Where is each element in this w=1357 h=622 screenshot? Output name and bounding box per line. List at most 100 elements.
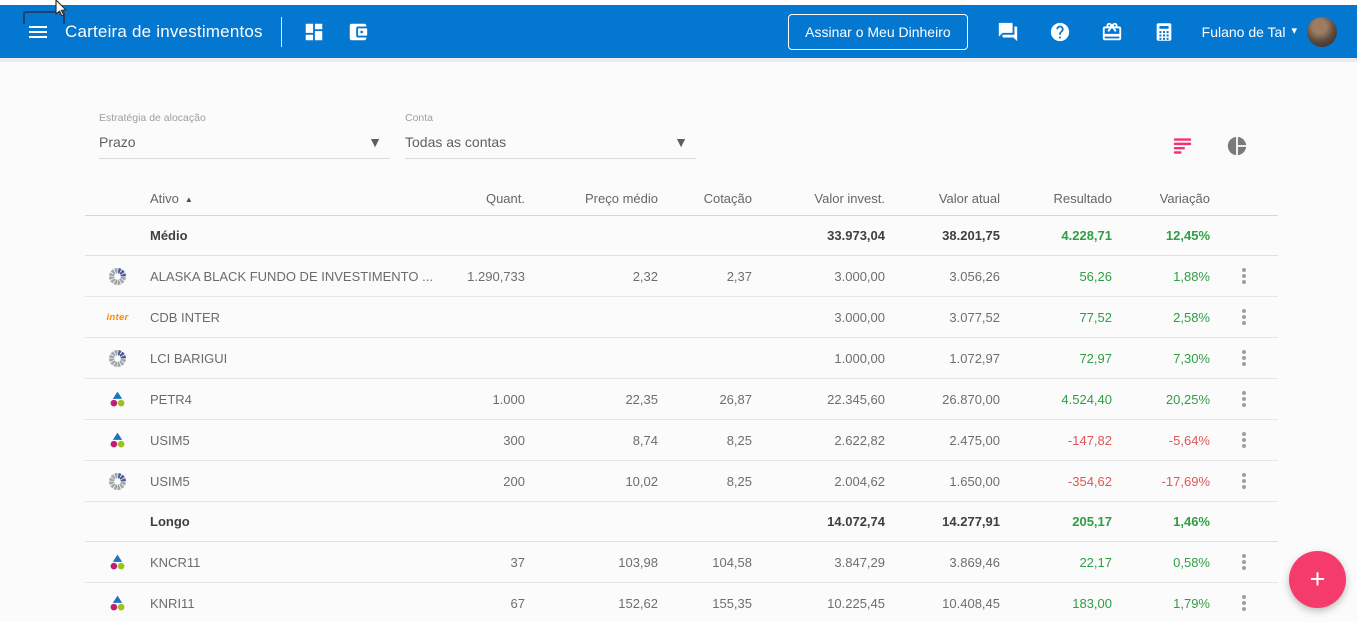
table-row[interactable]: USIM5 300 8,74 8,25 2.622,82 2.475,00 -1… <box>85 420 1278 461</box>
avatar <box>1307 16 1337 47</box>
column-header-quant[interactable]: Quant. <box>445 191 525 206</box>
asset-name: KNRI11 <box>150 595 195 611</box>
main-content: Estratégia de alocação Prazo ▼ Conta Tod… <box>0 62 1357 622</box>
dashboard-button[interactable] <box>302 20 326 44</box>
column-header-cotacao[interactable]: Cotação <box>658 191 752 206</box>
fund-icon <box>109 472 126 490</box>
valor-invest-value: 2.004,62 <box>834 473 885 489</box>
portfolio-table: Ativo ▲ Quant. Preço médio Cotação Valor … <box>85 181 1278 622</box>
wallet-button[interactable] <box>346 20 370 44</box>
row-menu-button[interactable] <box>1231 386 1257 412</box>
dashboard-icon <box>305 23 323 40</box>
column-header-resultado[interactable]: Resultado <box>1000 191 1112 206</box>
valor-invest-value: 3.000,00 <box>834 309 885 325</box>
row-menu-button[interactable] <box>1231 345 1257 371</box>
pie-view-button[interactable] <box>1226 135 1248 157</box>
variacao-value: 0,58% <box>1173 554 1210 570</box>
table-row[interactable]: KNRI11 67 152,62 155,35 10.225,45 10.408… <box>85 583 1278 622</box>
help-button[interactable] <box>1048 20 1072 44</box>
variacao-value: 7,30% <box>1173 350 1210 366</box>
valor-invest-value: 10.225,45 <box>827 595 885 611</box>
preco-medio-value: 8,74 <box>632 432 658 448</box>
row-menu-button[interactable] <box>1231 549 1257 575</box>
quant-value: 300 <box>503 432 525 448</box>
gift-icon <box>1102 22 1121 40</box>
add-button[interactable]: + <box>1289 551 1346 608</box>
calculator-button[interactable] <box>1152 20 1176 44</box>
valor-atual-value: 3.056,26 <box>949 268 1000 284</box>
row-menu-button[interactable] <box>1231 263 1257 289</box>
cotacao-value: 155,35 <box>712 595 752 611</box>
user-menu[interactable]: Fulano de Tal ▾ <box>1201 16 1337 47</box>
preco-medio-value: 103,98 <box>618 554 658 570</box>
group-variacao: 1,46% <box>1173 514 1210 529</box>
valor-atual-value: 26.870,00 <box>942 391 1000 407</box>
column-header-variacao[interactable]: Variação <box>1112 191 1210 206</box>
asset-name: KNCR11 <box>150 554 201 570</box>
row-menu-button[interactable] <box>1231 427 1257 453</box>
strategy-select[interactable]: Estratégia de alocação Prazo ▼ <box>99 112 390 159</box>
column-header-valor-invest[interactable]: Valor invest. <box>752 191 885 206</box>
filters-toolbar: Estratégia de alocação Prazo ▼ Conta Tod… <box>85 62 1278 159</box>
cotacao-value: 8,25 <box>726 473 752 489</box>
gift-button[interactable] <box>1100 20 1124 44</box>
quant-value: 1.000 <box>492 391 525 407</box>
column-header-preco-medio[interactable]: Preço médio <box>525 191 658 206</box>
table-row[interactable]: LCI BARIGUI 1.000,00 1.072,97 72,97 7,30… <box>85 338 1278 379</box>
valor-atual-value: 1.072,97 <box>949 350 1000 366</box>
table-header-row: Ativo ▲ Quant. Preço médio Cotação Valor … <box>85 181 1278 216</box>
quant-value: 67 <box>510 595 525 611</box>
group-name: Longo <box>150 514 190 529</box>
column-header-ativo[interactable]: Ativo ▲ <box>150 191 445 206</box>
asset-name: USIM5 <box>150 473 190 489</box>
b3-stock-icon <box>110 595 125 610</box>
valor-invest-value: 2.622,82 <box>834 432 885 448</box>
subscribe-button[interactable]: Assinar o Meu Dinheiro <box>788 13 968 50</box>
asset-name: LCI BARIGUI <box>150 350 228 366</box>
row-menu-button[interactable] <box>1231 468 1257 494</box>
group-row-medio: Médio 33.973,04 38.201,75 4.228,71 12,45… <box>85 216 1278 256</box>
account-select-label: Conta <box>405 112 434 124</box>
group-name: Médio <box>150 228 188 243</box>
group-resultado: 205,17 <box>1072 514 1112 529</box>
b3-stock-icon <box>110 432 125 447</box>
account-select-value: Todas as contas <box>405 134 507 150</box>
valor-invest-value: 3.847,29 <box>834 554 885 570</box>
sort-asc-icon: ▲ <box>184 194 193 204</box>
resultado-value: 77,52 <box>1079 309 1112 325</box>
quant-value: 200 <box>503 473 525 489</box>
variacao-value: 20,25% <box>1165 391 1210 407</box>
row-menu-button[interactable] <box>1231 304 1257 330</box>
table-row[interactable]: PETR4 1.000 22,35 26,87 22.345,60 26.870… <box>85 379 1278 420</box>
asset-name: USIM5 <box>150 432 190 448</box>
wallet-icon <box>349 23 367 40</box>
preco-medio-value: 152,62 <box>618 595 658 611</box>
chat-button[interactable] <box>996 20 1020 44</box>
strategy-select-label: Estratégia de alocação <box>99 112 206 124</box>
table-row[interactable]: inter CDB INTER 3.000,00 3.077,52 77,52 … <box>85 297 1278 338</box>
fund-icon <box>109 349 126 367</box>
resultado-value: 56,26 <box>1079 268 1112 284</box>
b3-stock-icon <box>110 391 125 406</box>
preco-medio-value: 2,32 <box>632 268 658 284</box>
account-select[interactable]: Conta Todas as contas ▼ <box>405 112 696 159</box>
valor-atual-value: 3.869,46 <box>949 554 1000 570</box>
column-header-valor-atual[interactable]: Valor atual <box>885 191 1000 206</box>
table-row[interactable]: KNCR11 37 103,98 104,58 3.847,29 3.869,4… <box>85 542 1278 583</box>
valor-invest-value: 1.000,00 <box>834 350 885 366</box>
list-view-icon <box>1173 138 1192 154</box>
group-row-longo: Longo 14.072,74 14.277,91 205,17 1,46% <box>85 502 1278 542</box>
row-menu-button[interactable] <box>1231 590 1257 616</box>
asset-name: PETR4 <box>150 391 192 407</box>
view-toggles <box>1139 134 1248 157</box>
fund-icon <box>109 267 126 285</box>
user-name: Fulano de Tal <box>1201 23 1286 40</box>
page-title: Carteira de investimentos <box>65 21 263 41</box>
calculator-icon <box>1156 22 1171 41</box>
resultado-value: 183,00 <box>1072 595 1112 611</box>
table-row[interactable]: ALASKA BLACK FUNDO DE INVESTIMENTO ... 1… <box>85 256 1278 297</box>
table-row[interactable]: USIM5 200 10,02 8,25 2.004,62 1.650,00 -… <box>85 461 1278 502</box>
kebab-icon <box>1242 397 1246 401</box>
header-divider <box>280 16 282 47</box>
list-view-button[interactable] <box>1171 134 1194 157</box>
